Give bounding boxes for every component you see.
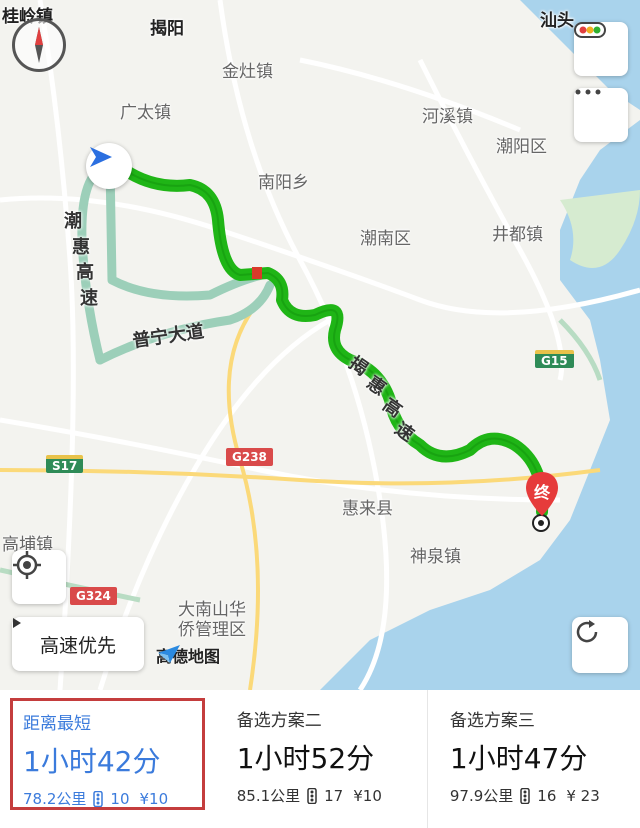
place-label-chaoyang: 潮阳区 [496, 137, 547, 157]
place-label-shantou: 汕头 [540, 11, 574, 31]
route-meta: 78.2公里 10 ¥10 [23, 788, 202, 809]
route-options-bar: 距离最短 1小时42分 78.2公里 10 ¥10 备选方案二 1小时52分 85.1公里 17… [0, 690, 640, 828]
place-label-huilai: 惠来县 [342, 499, 393, 519]
route-meta: 85.1公里 17 ¥10 [237, 785, 427, 806]
route-label: 备选方案三 [449, 711, 535, 731]
location-icon [13, 551, 41, 579]
road-char: 高 [76, 262, 94, 283]
refresh-icon [576, 620, 598, 643]
traffic-light-icon [307, 787, 317, 804]
destination-label: 终 [533, 483, 550, 502]
route-distance: 85.1公里 [236, 787, 301, 805]
destination-pin-icon[interactable]: 终 [523, 470, 561, 518]
route-option-3[interactable]: 备选方案三 1小时47分 97.9公里 16 ¥ 23 [428, 690, 640, 828]
route-toll: ¥10 [139, 789, 169, 808]
route-time: 1小时47分 [449, 742, 588, 775]
route-time: 1小时52分 [236, 742, 375, 775]
route-distance: 97.9公里 [449, 787, 514, 805]
place-label-jieyang: 揭阳 [150, 19, 184, 39]
amap-logo: 高德地图 [156, 643, 220, 667]
compass-icon[interactable] [12, 18, 66, 72]
caret-right-icon [13, 618, 21, 628]
route-option-1[interactable]: 距离最短 1小时42分 78.2公里 10 ¥10 [10, 698, 205, 810]
place-label-chaonan: 潮南区 [360, 229, 411, 249]
road-char: 速 [80, 288, 98, 309]
refresh-button[interactable] [572, 617, 628, 673]
place-label-guangtai: 广太镇 [120, 103, 171, 123]
route-label: 距离最短 [23, 714, 91, 734]
congestion-segment [252, 267, 262, 279]
place-label-hexi: 河溪镇 [422, 107, 473, 127]
place-label-shenquan: 神泉镇 [410, 547, 461, 567]
route-option-2[interactable]: 备选方案二 1小时52分 85.1公里 17 ¥10 [215, 690, 428, 828]
route-label: 备选方案二 [236, 711, 322, 731]
road-badge-s17: S17 [46, 455, 84, 473]
route-lights: 10 [110, 789, 130, 808]
route-lights: 17 [324, 786, 344, 805]
route-meta: 97.9公里 16 ¥ 23 [450, 785, 640, 806]
route-mode-label: 高速优先 [39, 634, 116, 657]
road-badge-g238: G238 [226, 448, 273, 466]
more-icon [575, 89, 601, 95]
road-char: 惠 [72, 237, 90, 258]
place-label-danan: 大南山华 侨管理区 [178, 600, 246, 640]
road-badge-g324: G324 [70, 587, 117, 605]
traffic-button[interactable] [574, 22, 628, 76]
place-label-nanyang: 南阳乡 [258, 173, 309, 193]
locate-button[interactable] [12, 550, 66, 604]
map-view[interactable]: 桂岭镇 揭阳 汕头 金灶镇 广太镇 河溪镇 潮阳区 南阳乡 潮南区 井都镇 惠来县 高埔镇 神泉镇 大南山… [0, 0, 640, 690]
route-time: 1小时42分 [23, 745, 161, 778]
more-button[interactable] [574, 88, 628, 142]
traffic-light-icon [93, 790, 104, 807]
route-mode-button[interactable]: 高速优先 [12, 617, 144, 671]
place-label-jinzao: 金灶镇 [222, 62, 273, 82]
place-label-jingdu: 井都镇 [492, 225, 543, 245]
route-lights: 16 [537, 786, 557, 805]
road-char: 潮 [64, 211, 82, 232]
traffic-light-icon [520, 787, 531, 804]
amap-logo-icon [158, 645, 180, 663]
route-toll: ¥ 23 [566, 786, 600, 805]
route-toll: ¥10 [353, 786, 382, 805]
traffic-icon [574, 22, 606, 38]
route-distance: 78.2公里 [23, 790, 87, 808]
navigation-arrow-icon [86, 143, 132, 189]
road-badge-g15: G15 [535, 350, 574, 368]
